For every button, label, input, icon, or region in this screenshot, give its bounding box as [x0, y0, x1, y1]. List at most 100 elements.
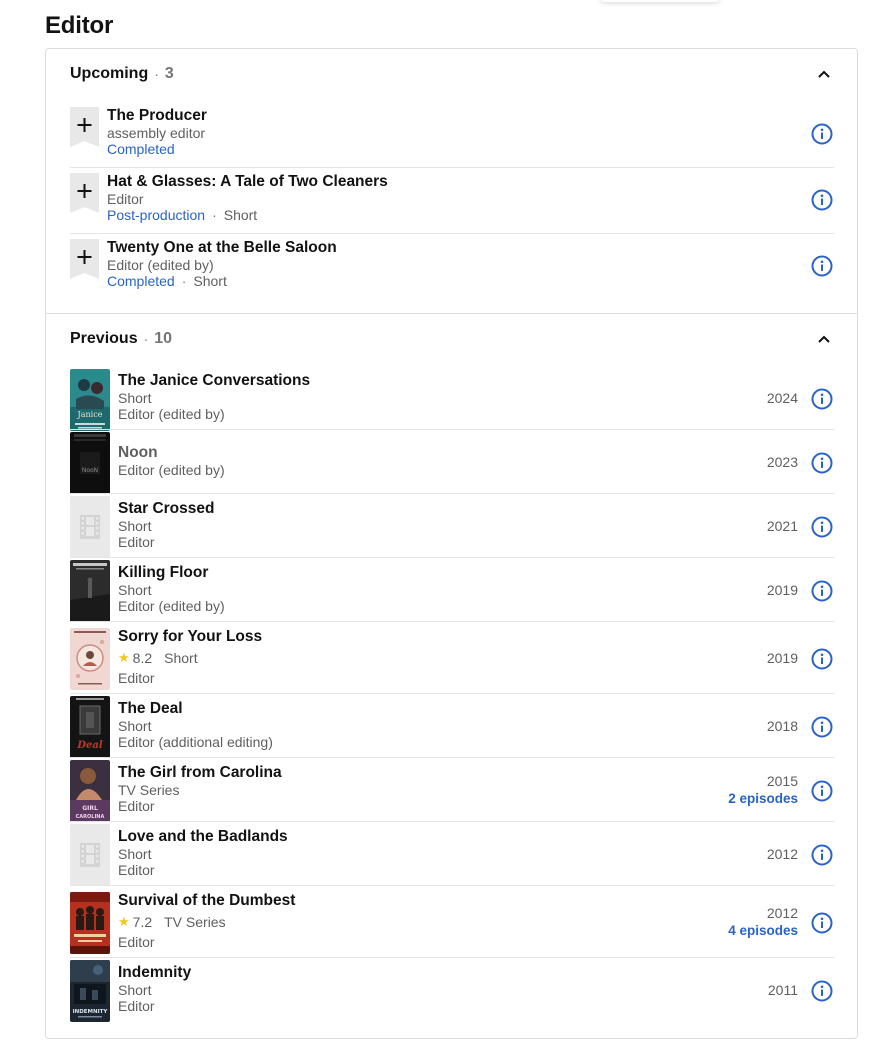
item-title[interactable]: Star Crossed	[118, 500, 214, 518]
info-icon[interactable]	[811, 452, 833, 474]
item-type: Short	[118, 718, 152, 734]
item-details: The Deal Short Editor (additional editin…	[118, 700, 273, 750]
upcoming-section-header[interactable]: Upcoming · 3	[70, 63, 834, 85]
svg-text:Janice: Janice	[77, 410, 103, 419]
item-type: TV Series	[118, 782, 180, 798]
upcoming-item: Hat & Glasses: A Tale of Two Cleaners Ed…	[70, 168, 834, 234]
item-title[interactable]: Twenty One at the Belle Saloon	[107, 239, 337, 257]
item-year: 2011	[767, 982, 798, 998]
item-year-block: 2015 2 episodes	[728, 772, 798, 808]
poster-image[interactable]: NooN	[70, 432, 110, 494]
star-icon: ★	[118, 914, 130, 929]
item-title[interactable]: Killing Floor	[118, 564, 225, 582]
poster-image[interactable]	[70, 560, 110, 622]
item-title[interactable]: Hat & Glasses: A Tale of Two Cleaners	[107, 173, 388, 191]
previous-section-header[interactable]: Previous · 10	[70, 328, 834, 350]
add-to-watchlist-icon[interactable]	[70, 239, 99, 279]
previous-title: Previous	[70, 330, 138, 347]
previous-item: NooN Noon Editor (edited by) 2023	[70, 430, 834, 494]
item-role: Editor	[118, 934, 155, 950]
filmography-panel: Upcoming · 3 The Producer assembly edito…	[45, 48, 858, 1039]
item-year-block: 2024	[767, 389, 798, 407]
item-type: TV Series	[164, 914, 226, 930]
item-title[interactable]: Sorry for Your Loss	[118, 628, 262, 646]
item-details: Noon Editor (edited by)	[118, 444, 225, 478]
item-type: Short	[118, 518, 152, 534]
item-role: Editor (edited by)	[118, 462, 225, 478]
item-type: Short	[164, 650, 198, 666]
previous-separator: ·	[143, 331, 149, 347]
previous-item: Janice The Janice Conversations Short Ed…	[70, 366, 834, 431]
info-icon[interactable]	[811, 780, 833, 802]
item-role: Editor (edited by)	[118, 406, 225, 422]
poster-image[interactable]: GIRL CAROLINA	[70, 760, 110, 822]
info-icon[interactable]	[811, 123, 833, 145]
add-to-watchlist-icon[interactable]	[70, 107, 99, 147]
info-icon[interactable]	[811, 255, 833, 277]
item-title[interactable]: The Deal	[118, 700, 273, 718]
poster-image[interactable]	[70, 628, 110, 690]
previous-item: Killing Floor Short Editor (edited by) 2…	[70, 558, 834, 622]
info-icon[interactable]	[811, 189, 833, 211]
item-role: Editor (additional editing)	[118, 734, 273, 750]
svg-text:Deal: Deal	[76, 740, 103, 751]
item-year: 2012	[766, 846, 798, 862]
info-icon[interactable]	[811, 912, 833, 934]
item-status[interactable]: Completed	[107, 273, 175, 289]
episodes-link[interactable]: 2 episodes	[728, 790, 798, 808]
item-status[interactable]: Post-production	[107, 207, 205, 223]
add-to-watchlist-icon[interactable]	[70, 173, 99, 213]
item-details: The Producer assembly editor Completed	[107, 107, 207, 157]
info-icon[interactable]	[811, 980, 833, 1002]
poster-placeholder[interactable]	[70, 496, 110, 558]
item-title[interactable]: Indemnity	[118, 964, 191, 982]
item-title[interactable]: Survival of the Dumbest	[118, 892, 295, 910]
item-details: Survival of the Dumbest ★ 7.2 TV Series …	[118, 892, 295, 950]
item-year-block: 2012 4 episodes	[728, 904, 798, 940]
svg-text:INDEMNITY: INDEMNITY	[73, 1009, 109, 1015]
episodes-link[interactable]: 4 episodes	[728, 922, 798, 940]
info-icon[interactable]	[811, 580, 833, 602]
info-icon[interactable]	[811, 648, 833, 670]
svg-text:CAROLINA: CAROLINA	[76, 814, 105, 820]
info-icon[interactable]	[811, 844, 833, 866]
poster-image[interactable]: INDEMNITY	[70, 960, 110, 1022]
previous-item: Sorry for Your Loss ★ 8.2 Short Editor 2…	[70, 622, 834, 694]
item-details: Indemnity Short Editor	[118, 964, 191, 1014]
item-details: Sorry for Your Loss ★ 8.2 Short Editor	[118, 628, 262, 686]
item-title[interactable]: The Girl from Carolina	[118, 764, 282, 782]
item-year: 2018	[766, 718, 798, 734]
item-details: The Janice Conversations Short Editor (e…	[118, 372, 310, 422]
item-title[interactable]: Noon	[118, 444, 225, 462]
item-title[interactable]: The Producer	[107, 107, 207, 125]
info-icon[interactable]	[811, 516, 833, 538]
previous-item: Survival of the Dumbest ★ 7.2 TV Series …	[70, 886, 834, 958]
meta-separator: ·	[181, 273, 187, 289]
item-type: Short	[118, 846, 152, 862]
star-icon: ★	[118, 650, 130, 665]
info-icon[interactable]	[811, 716, 833, 738]
info-icon[interactable]	[811, 388, 833, 410]
item-role: Editor	[118, 798, 155, 814]
item-details: Killing Floor Short Editor (edited by)	[118, 564, 225, 614]
section-divider	[46, 313, 857, 314]
upcoming-item: Twenty One at the Belle Saloon Editor (e…	[70, 234, 834, 300]
previous-item: Love and the Badlands Short Editor 2012	[70, 822, 834, 886]
item-role: assembly editor	[107, 125, 206, 141]
item-title[interactable]: The Janice Conversations	[118, 372, 310, 390]
item-year: 2015	[766, 773, 798, 789]
item-year-block: 2019	[767, 649, 798, 667]
poster-image[interactable]: Janice	[70, 369, 110, 431]
poster-image[interactable]: Deal	[70, 696, 110, 758]
chevron-up-icon[interactable]	[816, 66, 832, 82]
item-status[interactable]: Completed	[107, 141, 175, 157]
item-type: Short	[223, 207, 258, 223]
item-title[interactable]: Love and the Badlands	[118, 828, 288, 846]
item-year: 2024	[766, 390, 798, 406]
item-role: Editor	[118, 534, 155, 550]
item-role: Editor	[107, 191, 144, 207]
poster-image[interactable]	[70, 892, 110, 954]
poster-placeholder[interactable]	[70, 824, 110, 886]
chevron-up-icon[interactable]	[816, 331, 832, 347]
item-year-block: 2012	[767, 845, 798, 863]
